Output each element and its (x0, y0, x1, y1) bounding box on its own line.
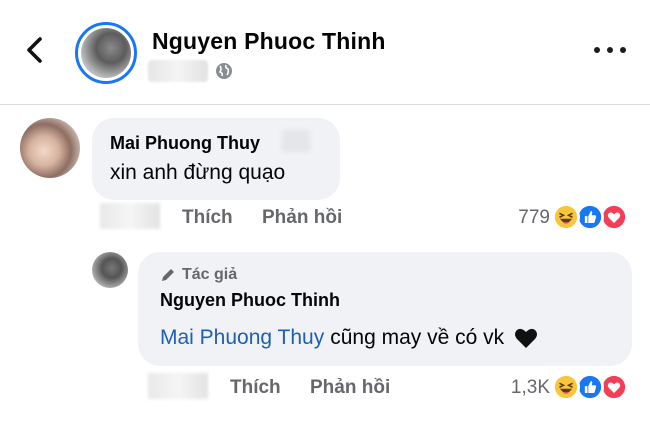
reaction-count[interactable]: 1,3K (511, 377, 550, 399)
black-heart-icon (515, 328, 538, 348)
post-meta (148, 58, 234, 84)
blurred-timestamp (148, 373, 208, 399)
like-icon (576, 203, 604, 231)
love-icon (600, 203, 628, 231)
comment-actions: Thích Phản hồi 779 (100, 203, 640, 233)
blurred-timestamp (148, 60, 208, 82)
author-badge: Tác giả (160, 266, 237, 284)
comment-text: xin anh đừng quạo (110, 161, 286, 184)
header-divider (0, 104, 650, 105)
dot (594, 47, 600, 53)
author-badge-label: Tác giả (182, 266, 238, 283)
author-avatar[interactable] (75, 22, 137, 84)
haha-icon (552, 373, 580, 401)
pencil-icon (162, 269, 174, 281)
like-button[interactable]: Thích (182, 207, 233, 229)
reply-text: cũng may về có vk (330, 326, 505, 349)
mention-link[interactable]: Mai Phuong Thuy (160, 326, 324, 350)
reply-author-avatar[interactable] (92, 252, 128, 288)
like-button[interactable]: Thích (230, 377, 281, 399)
reply-button[interactable]: Phản hồi (262, 207, 342, 229)
reply-author-name[interactable]: Nguyen Phuoc Thinh (160, 290, 340, 311)
chevron-left-icon (27, 37, 42, 63)
blurred-badge (282, 130, 310, 152)
reply-button[interactable]: Phản hồi (310, 377, 390, 399)
reply-text-row: Mai Phuong Thuy cũng may về có vk (160, 326, 538, 350)
haha-icon (552, 203, 580, 231)
post-comments-screen: Nguyen Phuoc Thinh Mai Phuong Thuy xin a… (0, 0, 650, 421)
like-icon (576, 373, 604, 401)
reply-bubble: Tác giả Nguyen Phuoc Thinh Mai Phuong Th… (138, 252, 632, 366)
more-options-button[interactable] (594, 40, 626, 60)
post-header: Nguyen Phuoc Thinh (0, 0, 650, 104)
comment-bubble: Mai Phuong Thuy xin anh đừng quạo (92, 118, 340, 200)
globe-icon (216, 63, 232, 79)
reaction-count[interactable]: 779 (518, 207, 550, 229)
dot (607, 47, 613, 53)
dot (620, 47, 626, 53)
commenter-avatar[interactable] (20, 118, 80, 178)
reply-actions: Thích Phản hồi 1,3K (148, 373, 638, 403)
love-icon (600, 373, 628, 401)
reaction-icons[interactable] (552, 373, 632, 401)
back-button[interactable] (20, 34, 52, 66)
author-name[interactable]: Nguyen Phuoc Thinh (152, 28, 386, 55)
reaction-icons[interactable] (552, 203, 632, 231)
commenter-name[interactable]: Mai Phuong Thuy (110, 133, 260, 154)
blurred-timestamp (100, 203, 160, 229)
